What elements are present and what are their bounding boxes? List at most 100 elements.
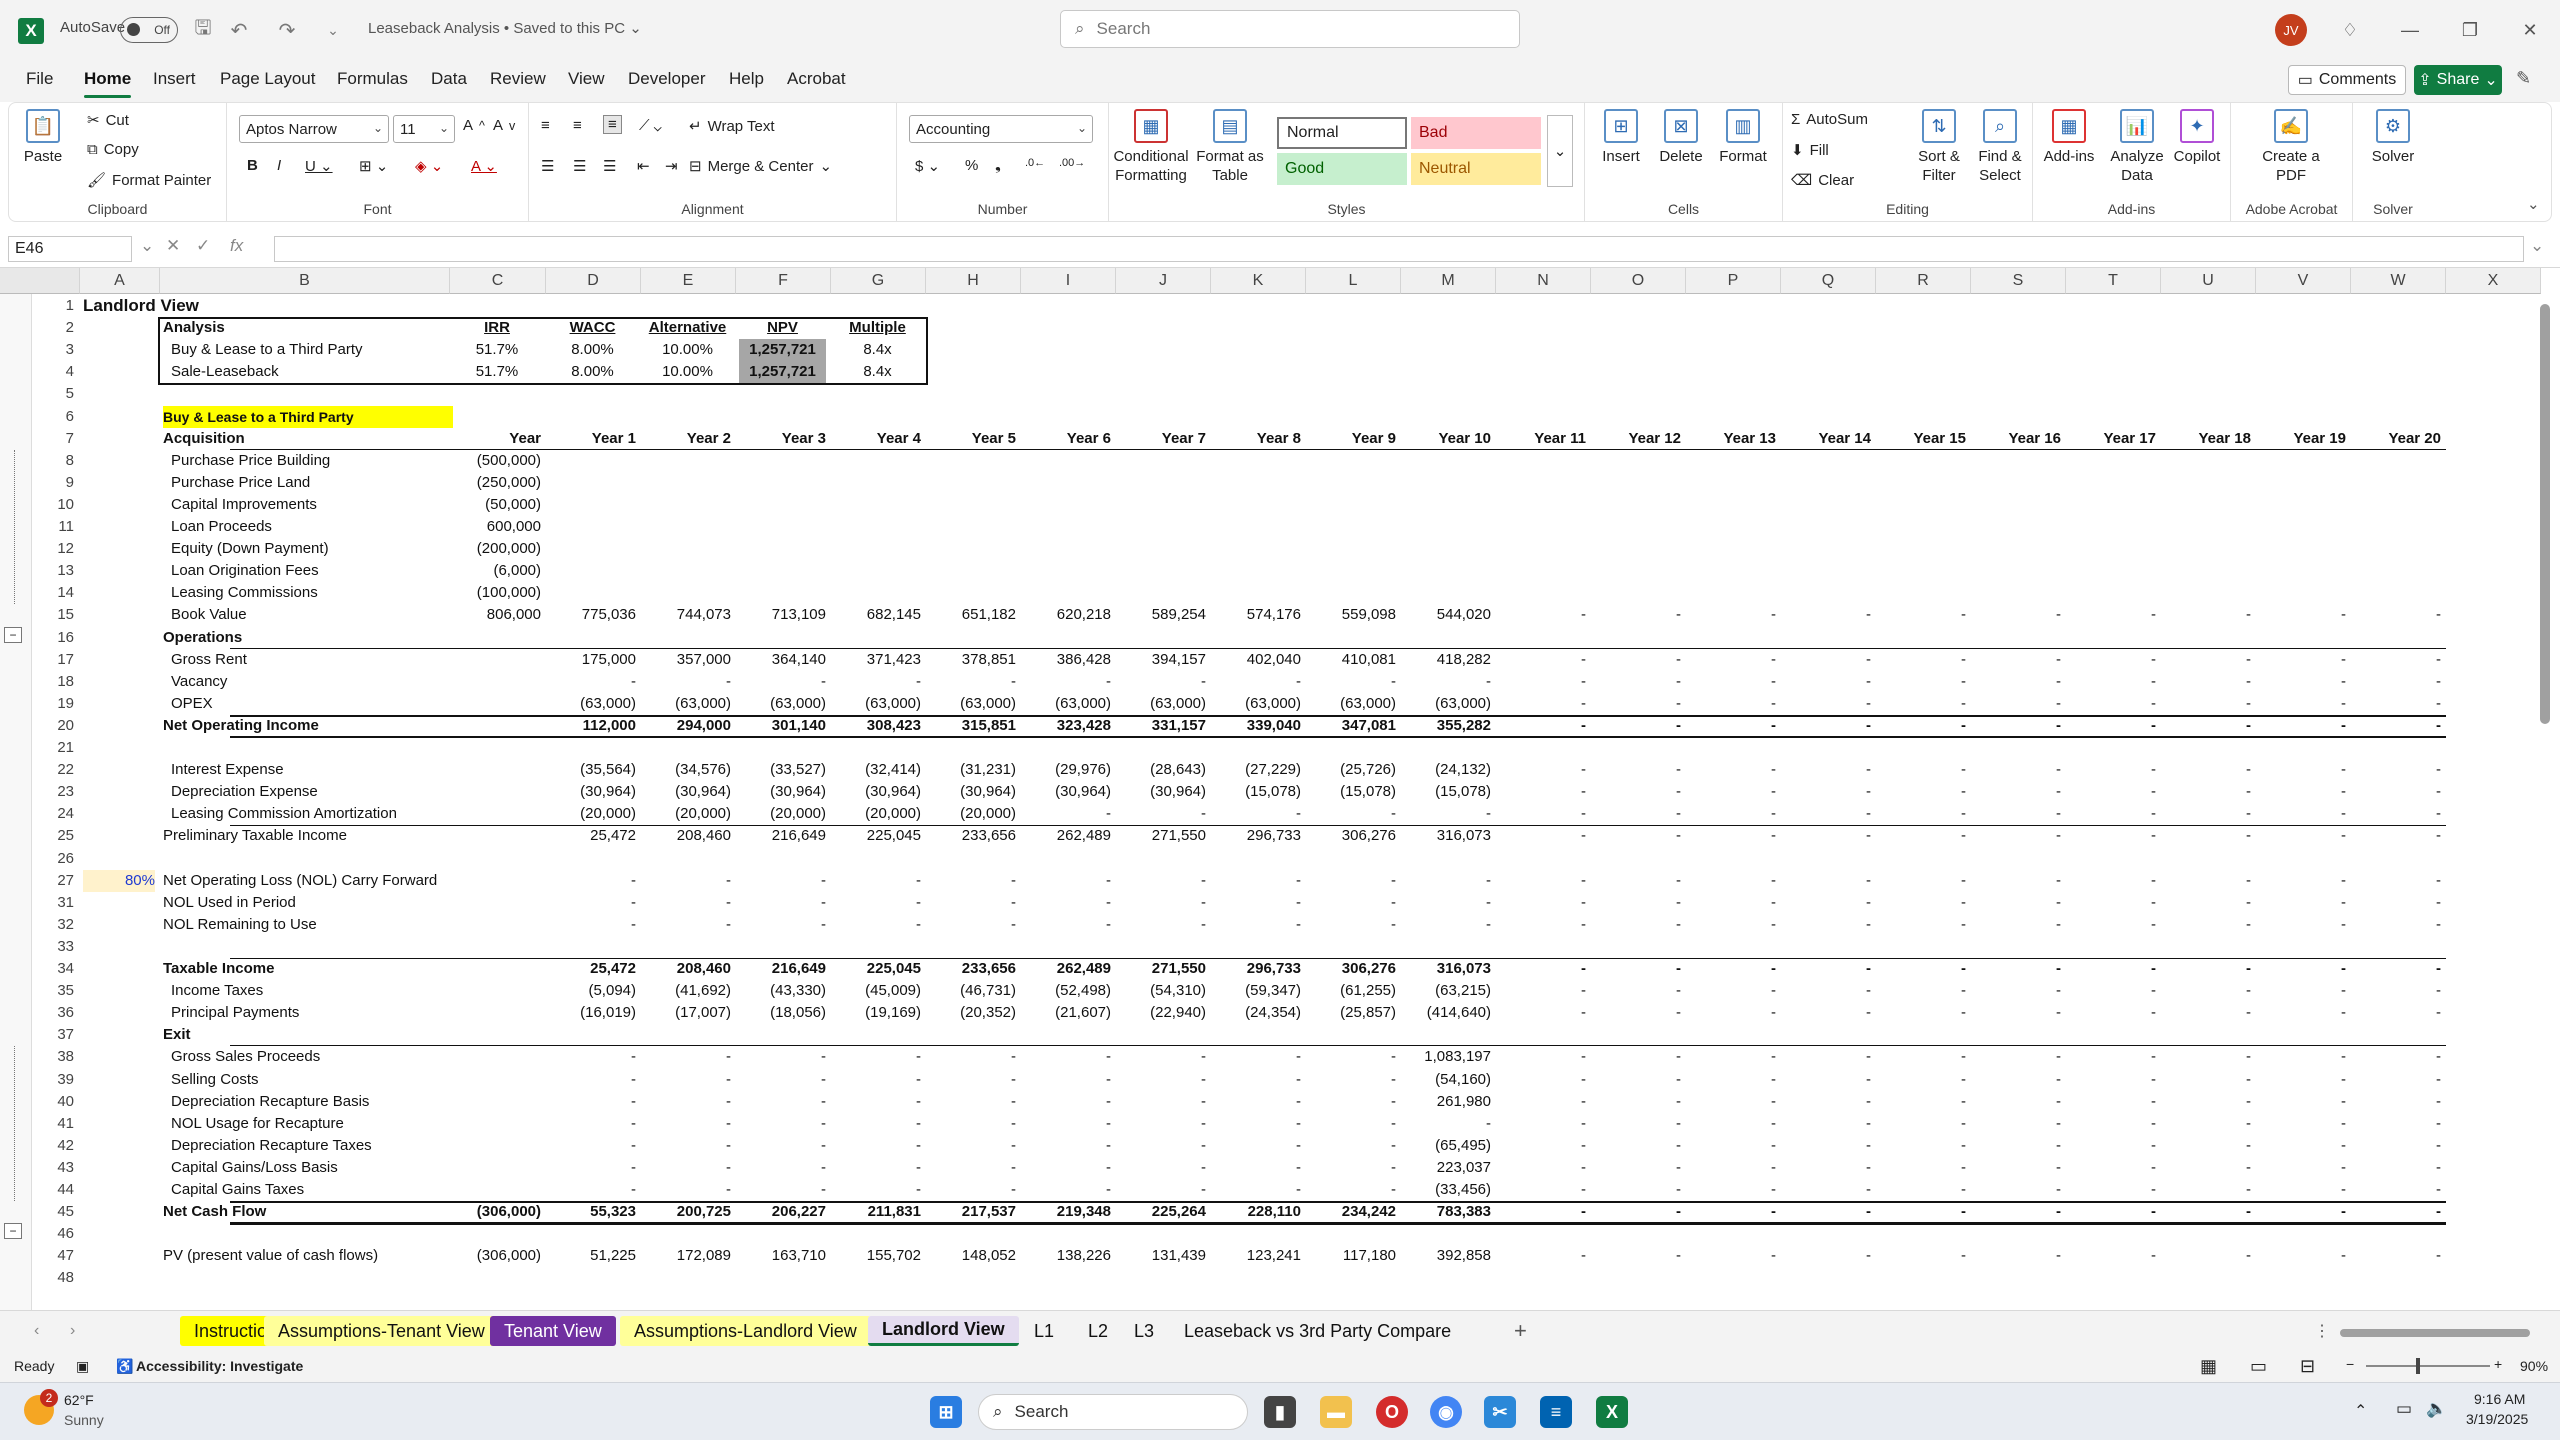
value-cell[interactable]: - — [2259, 671, 2346, 693]
value-cell[interactable]: - — [2354, 781, 2441, 803]
value-cell[interactable]: - — [2164, 892, 2251, 914]
namebox-chevron-icon[interactable]: ⌄ — [140, 236, 154, 256]
line-label[interactable]: Income Taxes — [163, 980, 445, 1002]
line-label[interactable]: Purchase Price Land — [163, 472, 445, 494]
value-cell[interactable]: 378,851 — [929, 649, 1016, 671]
value-cell[interactable]: - — [1499, 1157, 1586, 1179]
value-cell[interactable]: (63,000) — [834, 693, 921, 715]
line-label[interactable]: Taxable Income — [163, 958, 445, 980]
sheet-tab[interactable]: Assumptions-Tenant View — [264, 1316, 499, 1346]
value-cell[interactable]: - — [1499, 1091, 1586, 1113]
value-cell[interactable]: 138,226 — [1024, 1245, 1111, 1267]
value-cell[interactable]: 262,489 — [1024, 958, 1111, 980]
value-cell[interactable]: - — [1024, 1157, 1111, 1179]
value-cell[interactable]: - — [2164, 803, 2251, 825]
value-cell[interactable]: - — [1119, 870, 1206, 892]
year-header[interactable]: Year 7 — [1119, 428, 1206, 450]
value-cell[interactable]: 386,428 — [1024, 649, 1111, 671]
start-icon[interactable]: ⊞ — [930, 1396, 962, 1428]
summary-cell[interactable]: 1,257,721 — [739, 361, 826, 384]
value-cell[interactable]: - — [1309, 671, 1396, 693]
column-header[interactable]: C — [450, 268, 546, 294]
value-cell[interactable]: - — [2164, 825, 2251, 847]
line-label[interactable]: Leasing Commission Amortization — [163, 803, 445, 825]
fx-icon[interactable]: fx — [230, 236, 243, 256]
value-cell[interactable]: - — [1024, 1113, 1111, 1135]
pen-icon[interactable]: ✎ — [2516, 68, 2531, 89]
row-header[interactable]: 21 — [34, 737, 80, 759]
collapse-group-icon[interactable]: − — [4, 1223, 22, 1240]
value-cell[interactable]: - — [1689, 693, 1776, 715]
row-header[interactable]: 11 — [34, 516, 80, 538]
value-cell[interactable]: - — [1689, 1069, 1776, 1091]
value-cell[interactable]: 148,052 — [929, 1245, 1016, 1267]
value-cell[interactable]: - — [1594, 1245, 1681, 1267]
value-cell[interactable]: - — [2164, 1113, 2251, 1135]
value-cell[interactable]: 301,140 — [739, 715, 826, 737]
value-cell[interactable]: - — [929, 892, 1016, 914]
value-cell[interactable]: - — [1214, 1046, 1301, 1068]
column-header[interactable]: I — [1021, 268, 1116, 294]
value-cell[interactable]: (30,964) — [739, 781, 826, 803]
value-cell[interactable]: - — [834, 1113, 921, 1135]
value-cell[interactable]: - — [1594, 693, 1681, 715]
value-cell[interactable]: 225,045 — [834, 958, 921, 980]
value-cell[interactable]: 392,858 — [1404, 1245, 1491, 1267]
row-header[interactable]: 6 — [34, 406, 80, 428]
summary-header[interactable]: Multiple — [834, 317, 921, 339]
analyze-data-button[interactable]: 📊 Analyze Data — [2107, 109, 2167, 185]
value-cell[interactable]: 620,218 — [1024, 604, 1111, 626]
value-cell[interactable]: 216,649 — [739, 825, 826, 847]
value-cell[interactable]: - — [1499, 892, 1586, 914]
value-cell[interactable]: 402,040 — [1214, 649, 1301, 671]
value-cell[interactable]: - — [1784, 1135, 1871, 1157]
summary-header[interactable]: IRR — [453, 317, 541, 339]
expand-formula-icon[interactable]: ⌄ — [2530, 236, 2544, 256]
opera-icon[interactable]: O — [1376, 1396, 1408, 1428]
value-cell[interactable]: - — [1499, 781, 1586, 803]
column-header[interactable]: E — [641, 268, 736, 294]
value-cell[interactable]: (25,726) — [1309, 759, 1396, 781]
value-cell[interactable]: - — [2354, 1069, 2441, 1091]
value-cell[interactable]: - — [929, 1135, 1016, 1157]
summary-cell[interactable]: 10.00% — [644, 339, 731, 361]
year-header[interactable]: Year 8 — [1214, 428, 1301, 450]
font-size-dropdown[interactable]: 11 ⌄ — [393, 115, 455, 143]
value-cell[interactable]: - — [739, 1113, 826, 1135]
value-cell[interactable]: - — [1309, 1157, 1396, 1179]
value-cell[interactable]: - — [1689, 892, 1776, 914]
value-cell[interactable]: - — [1499, 1179, 1586, 1201]
value-cell[interactable]: - — [644, 892, 731, 914]
value-cell[interactable]: 744,073 — [644, 604, 731, 626]
value-cell[interactable]: - — [1689, 914, 1776, 936]
value-cell[interactable]: - — [1879, 1201, 1966, 1223]
value-cell[interactable]: - — [2259, 1046, 2346, 1068]
value-cell[interactable]: - — [1879, 870, 1966, 892]
value-cell[interactable]: - — [1974, 781, 2061, 803]
summary-header[interactable]: WACC — [549, 317, 636, 339]
value-cell[interactable]: - — [739, 1179, 826, 1201]
value-cell[interactable]: - — [2259, 604, 2346, 626]
value-cell[interactable]: - — [2354, 1245, 2441, 1267]
value-cell[interactable]: - — [2164, 1046, 2251, 1068]
value-cell[interactable]: - — [1499, 649, 1586, 671]
value-cell[interactable]: - — [1879, 1157, 1966, 1179]
value-cell[interactable]: 296,733 — [1214, 825, 1301, 847]
value-cell[interactable]: (17,007) — [644, 1002, 731, 1024]
value-cell[interactable]: 131,439 — [1119, 1245, 1206, 1267]
value-cell[interactable]: - — [1594, 980, 1681, 1002]
cancel-icon[interactable]: ✕ — [166, 236, 180, 256]
tab-file[interactable]: File — [26, 69, 53, 89]
delete-cells-button[interactable]: ⊠ Delete — [1653, 109, 1709, 166]
insert-cells-button[interactable]: ⊞ Insert — [1593, 109, 1649, 166]
value-cell[interactable]: - — [1309, 870, 1396, 892]
row-header[interactable]: 43 — [34, 1157, 80, 1179]
restore-icon[interactable]: ❐ — [2450, 14, 2490, 46]
value-cell[interactable]: - — [1119, 1069, 1206, 1091]
value-cell[interactable]: - — [1689, 604, 1776, 626]
value-cell[interactable]: - — [1974, 1157, 2061, 1179]
year-header[interactable]: Year 15 — [1879, 428, 1966, 450]
value-cell[interactable]: - — [2069, 825, 2156, 847]
value-cell[interactable]: - — [2259, 1245, 2346, 1267]
value-cell[interactable]: - — [2259, 1157, 2346, 1179]
